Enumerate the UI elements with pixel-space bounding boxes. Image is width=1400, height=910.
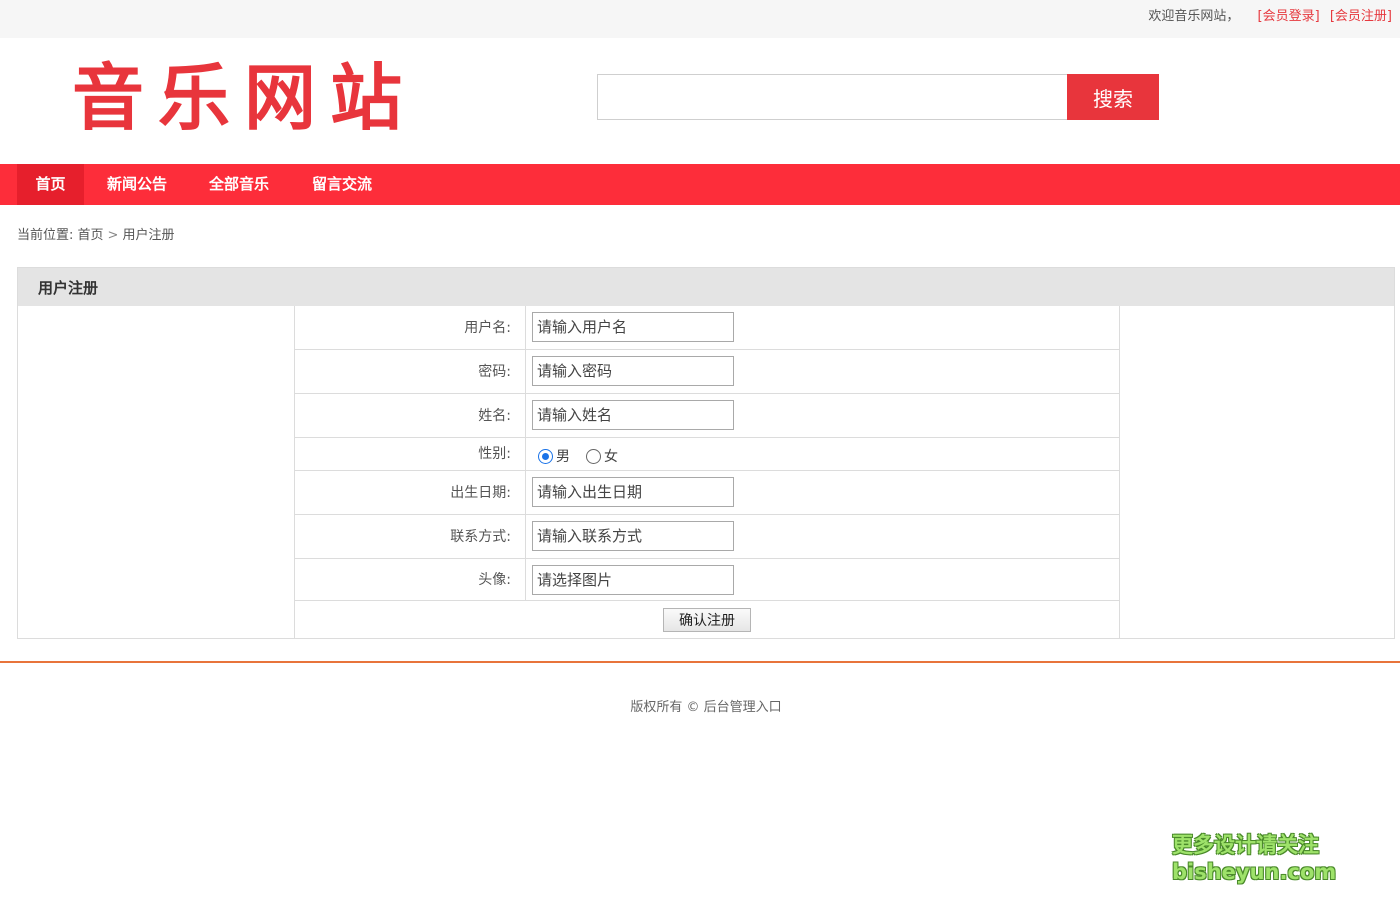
birthday-input[interactable] <box>532 477 734 507</box>
header: 音乐网站 搜索 <box>0 38 1400 164</box>
username-input[interactable] <box>532 312 734 342</box>
form-row-avatar: 头像: <box>295 559 1119 601</box>
form-row-birthday: 出生日期: <box>295 471 1119 515</box>
watermark-line1: 更多设计请关注 <box>1172 833 1319 857</box>
form-row-submit: 确认注册 <box>295 601 1119 639</box>
password-label: 密码: <box>295 350 526 393</box>
form-row-username: 用户名: <box>295 306 1119 350</box>
footer-divider <box>0 661 1400 663</box>
breadcrumb-current: 用户注册 <box>122 228 175 243</box>
site-logo[interactable]: 音乐网站 <box>72 58 402 138</box>
panel-title: 用户注册 <box>18 268 1394 306</box>
name-input[interactable] <box>532 400 734 430</box>
breadcrumb-separator-icon: > <box>107 228 119 243</box>
nav-item-home[interactable]: 首页 <box>17 164 84 205</box>
member-register-link[interactable]: [会员注册] <box>1330 9 1392 24</box>
search-input[interactable] <box>597 74 1068 120</box>
form-row-name: 姓名: <box>295 394 1119 438</box>
admin-entry-link[interactable]: 后台管理入口 <box>704 700 782 715</box>
breadcrumb-home-link[interactable]: 首页 <box>78 228 104 243</box>
register-panel: 用户注册 用户名: 密码: 姓名: 性别: 男 <box>17 267 1395 639</box>
confirm-register-button[interactable]: 确认注册 <box>663 608 751 632</box>
form-row-contact: 联系方式: <box>295 515 1119 559</box>
search-button[interactable]: 搜索 <box>1067 74 1159 120</box>
watermark: 更多设计请关注 bisheyun.com <box>1172 832 1337 886</box>
nav-item-news[interactable]: 新闻公告 <box>98 164 176 205</box>
gender-female-radio[interactable] <box>586 448 601 464</box>
breadcrumb: 当前位置: 首页 > 用户注册 <box>17 226 174 246</box>
avatar-input[interactable] <box>532 565 734 595</box>
watermark-line2: bisheyun.com <box>1172 860 1337 884</box>
main-nav: 首页 新闻公告 全部音乐 留言交流 <box>0 164 1400 205</box>
footer: 版权所有 © 后台管理入口 <box>0 698 1400 718</box>
register-form: 用户名: 密码: 姓名: 性别: 男 女 <box>294 306 1120 639</box>
avatar-label: 头像: <box>295 559 526 600</box>
top-bar: 欢迎音乐网站， [会员登录] [会员注册] <box>0 0 1400 38</box>
member-login-link[interactable]: [会员登录] <box>1258 9 1320 24</box>
gender-male-label[interactable]: 男 <box>556 446 570 466</box>
gender-female-label[interactable]: 女 <box>604 446 618 466</box>
form-row-gender: 性别: 男 女 <box>295 438 1119 471</box>
contact-label: 联系方式: <box>295 515 526 558</box>
nav-item-guestbook[interactable]: 留言交流 <box>303 164 381 205</box>
welcome-text: 欢迎音乐网站， <box>1148 9 1240 24</box>
name-label: 姓名: <box>295 394 526 437</box>
gender-male-radio[interactable] <box>538 448 553 464</box>
password-input[interactable] <box>532 356 734 386</box>
contact-input[interactable] <box>532 521 734 551</box>
breadcrumb-prefix: 当前位置: <box>17 228 74 243</box>
birthday-label: 出生日期: <box>295 471 526 514</box>
username-label: 用户名: <box>295 306 526 349</box>
copyright-text: 版权所有 © <box>630 700 700 715</box>
nav-item-all-music[interactable]: 全部音乐 <box>200 164 278 205</box>
gender-label: 性别: <box>295 438 526 470</box>
form-row-password: 密码: <box>295 350 1119 394</box>
